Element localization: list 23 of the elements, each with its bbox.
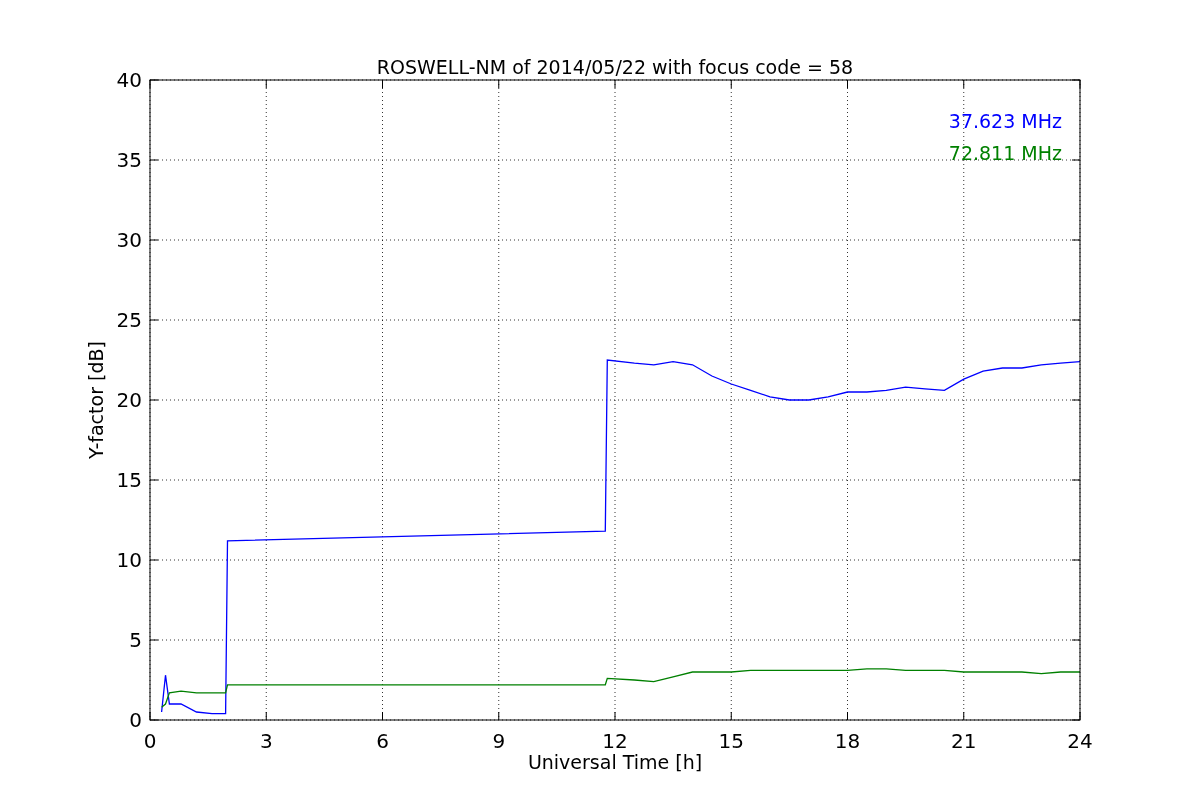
tick-label: 3 (259, 729, 273, 753)
tick-label: 30 (116, 228, 142, 252)
tick-label: 6 (376, 729, 389, 753)
tick-label: 12 (602, 729, 628, 753)
tick-label: 15 (116, 468, 142, 492)
tick-label: 9 (492, 729, 506, 753)
tick-label: 15 (718, 729, 744, 753)
tick-label: 0 (129, 708, 142, 732)
tick-label: 25 (116, 308, 142, 332)
tick-label: 24 (1067, 729, 1093, 753)
tick-label: 35 (116, 148, 142, 172)
tick-label: 40 (116, 68, 142, 92)
legend-label: 37.623 MHz (948, 110, 1062, 132)
tick-label: 10 (116, 548, 142, 572)
chart-title: ROSWELL-NM of 2014/05/22 with focus code = 58 (376, 56, 854, 78)
tick-label: 0 (143, 729, 157, 753)
tick-label: 20 (116, 388, 142, 412)
tick-label: 18 (834, 729, 861, 753)
legend-label: 72.811 MHz (948, 142, 1062, 164)
axis-label: Y-factor [dB] (85, 341, 107, 459)
tick-label: 5 (129, 628, 142, 652)
axis-label: Universal Time [h] (527, 751, 703, 773)
tick-label: 21 (951, 729, 977, 753)
